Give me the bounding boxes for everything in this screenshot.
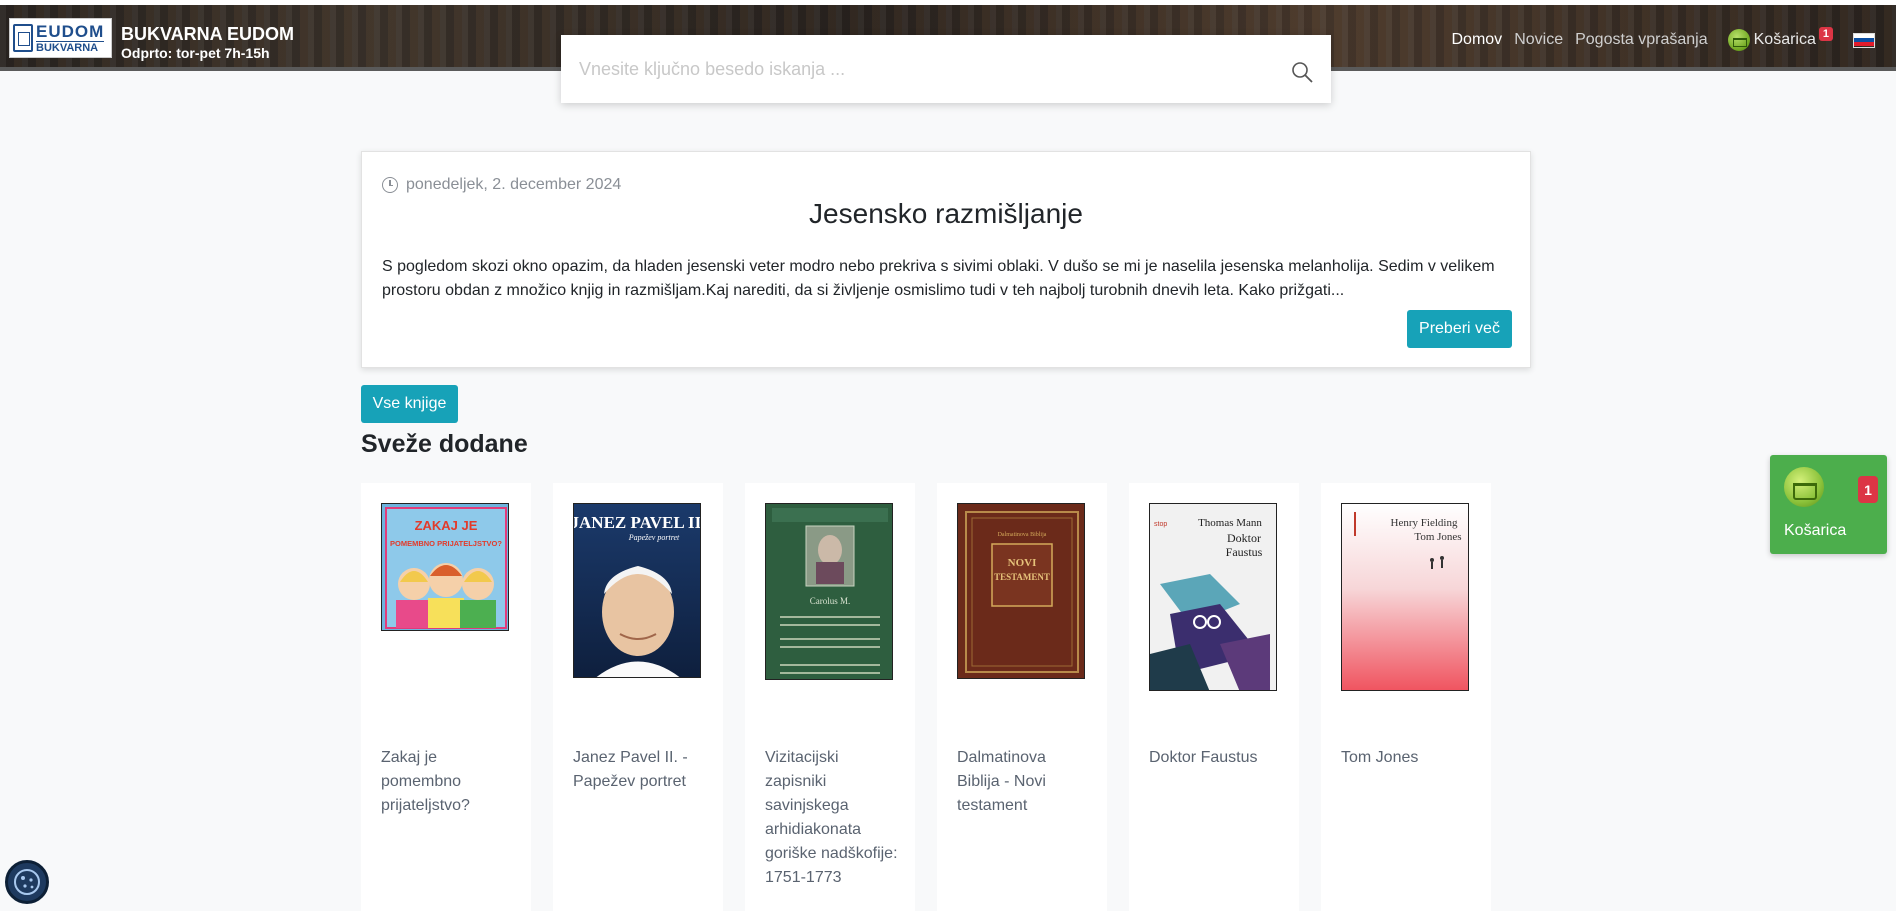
book-title[interactable]: Vizitacijski zapisniki savinjskega arhid… bbox=[765, 746, 900, 890]
basket-icon bbox=[1727, 29, 1750, 51]
basket-icon bbox=[1784, 467, 1824, 507]
floating-cart-count: 1 bbox=[1858, 476, 1878, 503]
book-card[interactable]: NOVI TESTAMENT Dalmatinova Biblija Dalma… bbox=[937, 483, 1107, 911]
svg-text:stop: stop bbox=[1154, 521, 1167, 528]
book-title[interactable]: Zakaj je pomembno prijateljstvo? bbox=[381, 746, 516, 818]
book-title[interactable]: Janez Pavel II. - Papežev portret bbox=[573, 746, 708, 794]
all-books-button[interactable]: Vse knjige bbox=[361, 385, 458, 423]
book-card[interactable]: Carolus M. Vizitacijski zapisniki savinj… bbox=[745, 483, 915, 911]
book-cover-image[interactable]: Henry Fielding Tom Jones bbox=[1341, 503, 1469, 691]
svg-text:TESTAMENT: TESTAMENT bbox=[994, 572, 1050, 582]
search-icon[interactable] bbox=[1290, 60, 1314, 84]
news-card: ponedeljek, 2. december 2024 Jesensko ra… bbox=[361, 151, 1531, 368]
svg-text:JANEZ PAVEL II.: JANEZ PAVEL II. bbox=[574, 513, 701, 532]
news-title[interactable]: Jesensko razmišljanje bbox=[362, 198, 1530, 230]
book-cover-image[interactable]: ZAKAJ JE POMEMBNO PRIJATELJSTVO? bbox=[381, 503, 509, 631]
news-date-text: ponedeljek, 2. december 2024 bbox=[406, 176, 622, 193]
cookie-settings-button[interactable] bbox=[5, 860, 49, 904]
svg-text:Thomas Mann: Thomas Mann bbox=[1198, 517, 1262, 529]
cart-count-badge: 1 bbox=[1818, 27, 1833, 41]
nav-home[interactable]: Domov bbox=[1452, 31, 1503, 49]
brand-name[interactable]: BUKVARNA EUDOM bbox=[121, 24, 294, 45]
main-nav: Domov Novice Pogosta vprašanja Košarica … bbox=[1452, 27, 1896, 51]
svg-text:Carolus M.: Carolus M. bbox=[810, 596, 851, 606]
svg-text:NOVI: NOVI bbox=[1008, 557, 1037, 569]
logo-line1: EUDOM bbox=[36, 21, 105, 41]
nav-faq[interactable]: Pogosta vprašanja bbox=[1575, 31, 1708, 49]
book-card[interactable]: ZAKAJ JE POMEMBNO PRIJATELJSTVO? Zakaj j… bbox=[361, 483, 531, 911]
news-excerpt: S pogledom skozi okno opazim, da hladen … bbox=[382, 258, 1495, 299]
book-cover-image[interactable]: stop Thomas Mann Doktor Faustus bbox=[1149, 503, 1277, 691]
book-title[interactable]: Dalmatinova Biblija - Novi testament bbox=[957, 746, 1092, 818]
section-title: Sveže dodane bbox=[361, 430, 528, 458]
book-card[interactable]: Henry Fielding Tom Jones Tom Jones bbox=[1321, 483, 1491, 911]
site-logo[interactable]: EUDOM BUKVARNA bbox=[9, 18, 112, 58]
book-title[interactable]: Doktor Faustus bbox=[1149, 746, 1284, 770]
svg-text:Dalmatinova Biblija: Dalmatinova Biblija bbox=[998, 532, 1047, 538]
svg-text:Papežev portret: Papežev portret bbox=[628, 533, 680, 542]
svg-text:Henry Fielding: Henry Fielding bbox=[1391, 517, 1458, 529]
language-flag-icon[interactable] bbox=[1853, 32, 1875, 48]
nav-cart[interactable]: Košarica 1 bbox=[1727, 27, 1833, 51]
nav-news[interactable]: Novice bbox=[1514, 31, 1563, 49]
nav-cart-label: Košarica bbox=[1753, 31, 1816, 48]
book-card[interactable]: stop Thomas Mann Doktor Faustus Doktor F… bbox=[1129, 483, 1299, 911]
floating-cart-button[interactable]: 1 Košarica bbox=[1770, 455, 1887, 554]
book-title[interactable]: Tom Jones bbox=[1341, 746, 1476, 770]
opening-hours: Odprto: tor-pet 7h-15h bbox=[121, 45, 270, 61]
logo-icon bbox=[13, 24, 33, 52]
book-cover-image[interactable]: NOVI TESTAMENT Dalmatinova Biblija bbox=[957, 503, 1085, 679]
logo-line2: BUKVARNA bbox=[36, 40, 105, 54]
search-box bbox=[561, 35, 1331, 103]
book-cover-image[interactable]: JANEZ PAVEL II. Papežev portret bbox=[573, 503, 701, 678]
svg-text:Faustus: Faustus bbox=[1226, 545, 1263, 559]
news-date: ponedeljek, 2. december 2024 bbox=[382, 176, 621, 194]
svg-text:POMEMBNO PRIJATELJSTVO?: POMEMBNO PRIJATELJSTVO? bbox=[390, 539, 502, 548]
svg-text:Tom Jones: Tom Jones bbox=[1414, 531, 1461, 543]
svg-text:Doktor: Doktor bbox=[1227, 531, 1261, 545]
read-more-button[interactable]: Preberi več bbox=[1407, 310, 1512, 348]
search-input[interactable] bbox=[579, 55, 1259, 83]
book-cover-image[interactable]: Carolus M. bbox=[765, 503, 893, 680]
floating-cart-label: Košarica bbox=[1784, 522, 1847, 539]
book-card[interactable]: JANEZ PAVEL II. Papežev portret Janez Pa… bbox=[553, 483, 723, 911]
svg-text:ZAKAJ JE: ZAKAJ JE bbox=[415, 518, 478, 533]
cookie-icon bbox=[14, 869, 40, 895]
clock-icon bbox=[382, 177, 398, 193]
